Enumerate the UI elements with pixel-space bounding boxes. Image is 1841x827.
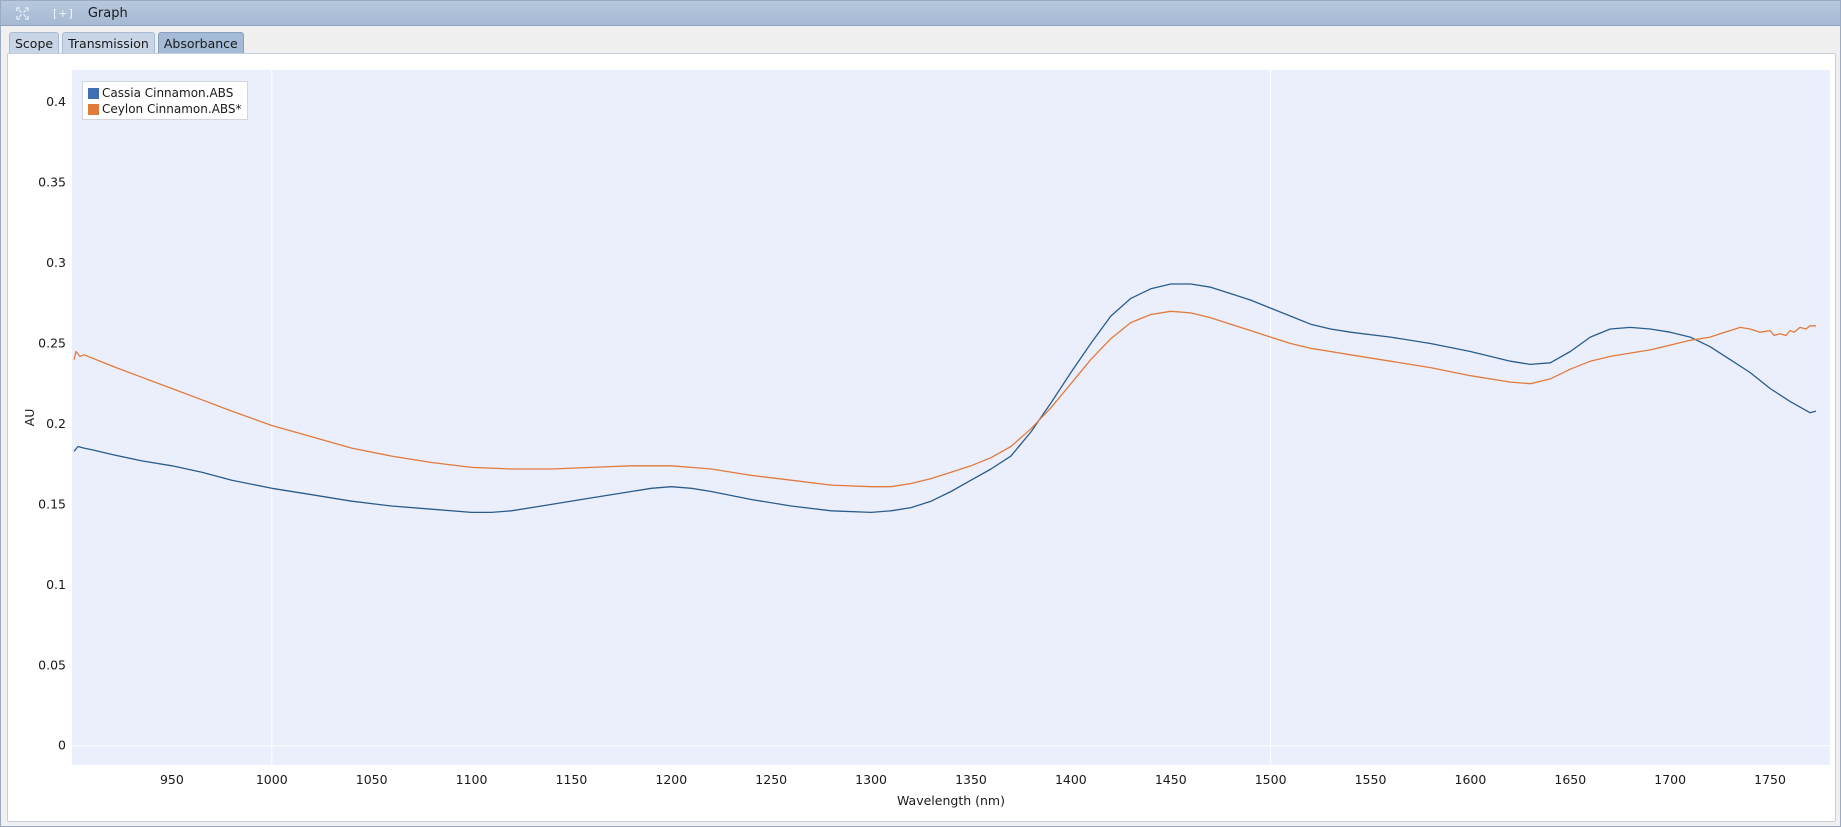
x-tick-label: 1250 bbox=[755, 772, 787, 787]
legend-label-ceylon: Ceylon Cinnamon.ABS* bbox=[102, 102, 242, 116]
legend-swatch-ceylon bbox=[88, 103, 99, 115]
x-axis-label: Wavelength (nm) bbox=[897, 793, 1005, 808]
graph-panel: 0 0.05 0.1 0.15 0.2 0.25 0.3 0.35 0.4 950 1000 1050… bbox=[7, 53, 1836, 822]
absorbance-chart[interactable]: 0 0.05 0.1 0.15 0.2 0.25 0.3 0.35 0.4 950 1000 1050… bbox=[8, 54, 1835, 821]
tab-transmission[interactable]: Transmission bbox=[62, 32, 155, 53]
y-tick-label: 0.1 bbox=[46, 577, 66, 592]
tab-scope[interactable]: Scope bbox=[9, 32, 60, 53]
restore-button[interactable]: [+] bbox=[53, 7, 74, 20]
x-tick-label: 1500 bbox=[1255, 772, 1287, 787]
x-tick-label: 1750 bbox=[1754, 772, 1786, 787]
y-tick-label: 0.15 bbox=[38, 496, 66, 511]
x-tick-label: 1300 bbox=[855, 772, 887, 787]
x-tick-label: 1550 bbox=[1355, 772, 1387, 787]
x-tick-label: 1100 bbox=[456, 772, 488, 787]
graph-window: [+] Graph Scope Transmission Absorbance … bbox=[0, 0, 1841, 827]
x-tick-label: 950 bbox=[160, 772, 184, 787]
x-tick-label: 1200 bbox=[655, 772, 687, 787]
x-tick-label: 1400 bbox=[1055, 772, 1087, 787]
y-tick-label: 0 bbox=[58, 738, 66, 753]
tab-absorbance[interactable]: Absorbance bbox=[157, 32, 244, 53]
x-tick-label: 1650 bbox=[1554, 772, 1586, 787]
tab-bar: Scope Transmission Absorbance bbox=[9, 32, 244, 54]
y-tick-label: 0.3 bbox=[46, 255, 66, 270]
y-axis-label: AU bbox=[22, 409, 37, 427]
x-tick-label: 1450 bbox=[1155, 772, 1187, 787]
chart-legend: Cassia Cinnamon.ABS Ceylon Cinnamon.ABS* bbox=[82, 81, 248, 120]
x-tick-label: 1000 bbox=[256, 772, 288, 787]
window-title: Graph bbox=[87, 5, 128, 21]
legend-swatch-cassia bbox=[88, 87, 99, 99]
fit-view-icon[interactable] bbox=[15, 6, 29, 20]
y-tick-label: 0.4 bbox=[46, 94, 66, 109]
x-tick-label: 1600 bbox=[1455, 772, 1487, 787]
legend-item-ceylon[interactable]: Ceylon Cinnamon.ABS* bbox=[88, 101, 242, 117]
legend-label-cassia: Cassia Cinnamon.ABS bbox=[102, 86, 234, 100]
x-tick-label: 1050 bbox=[356, 772, 388, 787]
y-tick-label: 0.05 bbox=[38, 657, 66, 672]
y-tick-label: 0.2 bbox=[46, 416, 66, 431]
x-tick-label: 1700 bbox=[1654, 772, 1686, 787]
y-tick-label: 0.25 bbox=[38, 335, 66, 350]
title-bar: [+] Graph bbox=[1, 1, 1840, 26]
y-tick-label: 0.35 bbox=[38, 175, 66, 190]
x-tick-label: 1150 bbox=[556, 772, 588, 787]
plot-area bbox=[72, 70, 1830, 765]
x-tick-label: 1350 bbox=[955, 772, 987, 787]
legend-item-cassia[interactable]: Cassia Cinnamon.ABS bbox=[88, 85, 242, 101]
